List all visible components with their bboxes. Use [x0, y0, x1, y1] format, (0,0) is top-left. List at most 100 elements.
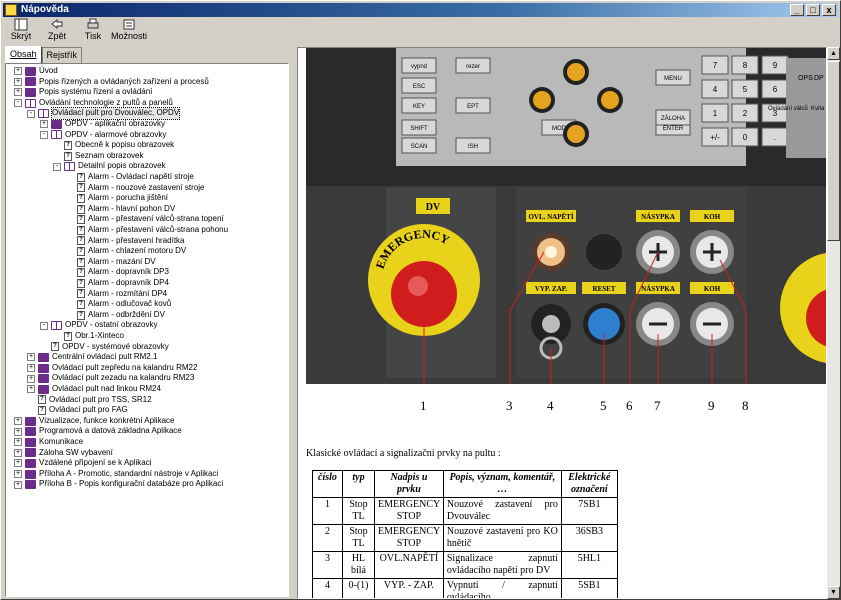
- minimize-button[interactable]: _: [790, 4, 804, 16]
- tree-item[interactable]: + Příloha B - Popis konfigurační databáze…: [14, 479, 223, 490]
- collapse-icon[interactable]: -: [40, 321, 48, 330]
- tree-item[interactable]: + Ovládací pult nad linkou RM24: [27, 384, 161, 395]
- plate-ovl-napeti: OVL. NAPĚTÍ: [528, 213, 573, 221]
- callout-6: 6: [626, 398, 633, 413]
- tree-item[interactable]: ? Alarm - přestavení válců-strana pohonu: [66, 225, 228, 236]
- expand-icon[interactable]: +: [27, 374, 35, 383]
- tree-item[interactable]: + Ovládací pult zepředu na kalandru RM22: [27, 363, 197, 374]
- expand-icon[interactable]: +: [27, 385, 35, 394]
- keypad-key-label: ISH: [468, 144, 478, 150]
- tree-item-label: Alarm - odbrždění DV: [88, 309, 165, 319]
- expand-icon[interactable]: +: [14, 459, 22, 468]
- expand-icon[interactable]: +: [14, 77, 22, 86]
- print-button[interactable]: Tisk: [75, 18, 111, 44]
- collapse-icon[interactable]: -: [14, 99, 22, 108]
- cell-popis: Nouzové zastavení pro KO hnětič: [442, 524, 562, 552]
- tree-item[interactable]: - Detailní popis obrazovek: [53, 161, 166, 172]
- tree-item-label: Alarm - rozmítání DP4: [88, 288, 168, 298]
- contents-tree[interactable]: + Úvod + Popis řízených a ovládaných zaříze…: [5, 63, 289, 597]
- expand-icon[interactable]: +: [14, 427, 22, 436]
- tree-item[interactable]: + Úvod: [14, 66, 58, 77]
- tree-item[interactable]: + Příloha A - Promotic, standardní nástro…: [14, 469, 218, 480]
- cell-cislo: 2: [312, 524, 343, 552]
- tree-item[interactable]: ? Alarm - odlučovač kovů: [66, 299, 171, 310]
- tree-item[interactable]: + Komunikace: [14, 437, 83, 448]
- scroll-down-button[interactable]: ▼: [827, 586, 840, 599]
- collapse-icon[interactable]: -: [27, 109, 35, 118]
- tree-item-label: Popis řízených a ovládaných zařízení a p…: [39, 76, 209, 86]
- tab-contents[interactable]: Obsah: [5, 46, 42, 63]
- tree-item[interactable]: ? Alarm - porucha jištění: [66, 193, 168, 204]
- tree-item[interactable]: + Popis systému řízení a ovládání: [14, 87, 152, 98]
- back-button[interactable]: Zpět: [39, 18, 75, 44]
- tree-item[interactable]: ? OPDV - systémové obrazovky: [40, 342, 169, 353]
- close-button[interactable]: x: [822, 4, 836, 16]
- tree-item[interactable]: ? Alarm - nouzové zastavení stroje: [66, 183, 205, 194]
- content-scrollbar[interactable]: ▲ ▼: [827, 47, 840, 599]
- cell-elektricke: 36SB3: [560, 524, 618, 552]
- book-icon: [25, 437, 36, 447]
- tree-item[interactable]: ? Alarm - mazání DV: [66, 257, 156, 268]
- expand-icon[interactable]: +: [27, 364, 35, 373]
- tree-item[interactable]: ? Alarm - Ovládací napětí stroje: [66, 172, 194, 183]
- tree-item[interactable]: ? Seznam obrazovek: [53, 151, 143, 162]
- tree-item-label: Vzdálené připojení se k Aplikaci: [39, 458, 152, 468]
- tree-item[interactable]: ? Alarm - přestavení hradítka: [66, 236, 184, 247]
- tree-item-label: Alarm - mazání DV: [88, 256, 156, 266]
- cell-elektricke: 5SB1: [560, 578, 618, 598]
- expand-icon[interactable]: +: [14, 470, 22, 479]
- cell-nadpis: EMERGENCY STOP: [374, 524, 444, 552]
- tree-item[interactable]: ? Alarm - dopravník DP4: [66, 278, 169, 289]
- tree-item[interactable]: ? Alarm - odbrždění DV: [66, 310, 165, 321]
- numpad-key-label: 1: [713, 109, 718, 118]
- expand-icon[interactable]: +: [14, 417, 22, 426]
- tree-item[interactable]: + Centrální ovládací pult RM2.1: [27, 352, 157, 363]
- tree-item[interactable]: - Ovládání technologie z pultů a panelů: [14, 98, 173, 109]
- maximize-button[interactable]: □: [806, 4, 820, 16]
- tree-item[interactable]: + Záloha SW vybavení: [14, 448, 113, 459]
- tree-item[interactable]: ? Obr.1-Xinteco: [53, 331, 124, 342]
- navigation-pane: Obsah Rejstřík + Úvod + Popis řízených a ov…: [3, 46, 291, 599]
- expand-icon[interactable]: +: [14, 480, 22, 489]
- tree-item[interactable]: ? Alarm - přestavení válců-strana topení: [66, 214, 224, 225]
- tree-item[interactable]: - Ovládací pult pro Dvouválec, OPDV: [27, 107, 181, 120]
- expand-icon[interactable]: +: [14, 88, 22, 97]
- tree-item[interactable]: ? Alarm - hlavní pohon DV: [66, 204, 175, 215]
- tree-item[interactable]: + Vzdálené připojení se k Aplikaci: [14, 458, 152, 469]
- collapse-icon[interactable]: -: [40, 130, 48, 139]
- help-page-icon: ?: [77, 268, 85, 278]
- book-icon: [25, 427, 36, 437]
- tree-item[interactable]: ? Ovládací pult pro FAG: [27, 405, 128, 416]
- scroll-thumb[interactable]: [827, 61, 840, 241]
- tree-item-label: Popis systému řízení a ovládání: [39, 87, 153, 97]
- expand-icon[interactable]: +: [14, 438, 22, 447]
- scroll-up-button[interactable]: ▲: [827, 47, 840, 60]
- tree-item[interactable]: + Programová a datová základna Aplikace: [14, 426, 182, 437]
- expand-icon[interactable]: +: [14, 448, 22, 457]
- tree-item[interactable]: - OPDV - ostatní obrazovky: [40, 320, 157, 331]
- topic-content: vypnd rezer ESC MENU MOD SHIFT ENTER ZÁLOHA KEY E…: [297, 47, 827, 599]
- tree-item[interactable]: ? Ovládací pult pro TSS, SR12: [27, 395, 152, 406]
- expand-icon[interactable]: +: [40, 120, 48, 129]
- tree-item[interactable]: ? Alarm - rozmítání DP4: [66, 289, 167, 300]
- tree-item-label: Příloha A - Promotic, standardní nástroj…: [39, 468, 219, 478]
- numpad-key-label: 5: [743, 85, 748, 94]
- tree-item[interactable]: ? Alarm - chlazení motoru DV: [66, 246, 186, 257]
- tree-item[interactable]: ? Alarm - dopravník DP3: [66, 267, 169, 278]
- tab-index[interactable]: Rejstřík: [41, 47, 83, 63]
- plate-koh-bottom: KOH: [704, 285, 721, 293]
- tree-item[interactable]: + OPDV - aplikační obrazovky: [40, 119, 165, 130]
- hide-button[interactable]: Skrýt: [3, 18, 39, 44]
- keypad-key-label: rezer: [466, 64, 480, 70]
- expand-icon[interactable]: +: [27, 353, 35, 362]
- tree-item[interactable]: ? Obecně k popisu obrazovek: [53, 140, 174, 151]
- tree-item[interactable]: - OPDV - alarmové obrazovky: [40, 130, 166, 141]
- book-icon: [25, 469, 36, 479]
- tree-item[interactable]: + Vizualizace, funkce konkrétní Aplikace: [14, 416, 174, 427]
- tree-item[interactable]: + Popis řízených a ovládaných zařízení a …: [14, 77, 209, 88]
- collapse-icon[interactable]: -: [53, 162, 61, 171]
- options-button[interactable]: Možnosti: [111, 18, 147, 44]
- tree-item[interactable]: + Ovládací pult zezadu na kalandru RM23: [27, 373, 194, 384]
- table-row: 4 0-(1) VYP. - ZAP. Vypnutí / zapnutí ovlád…: [312, 578, 618, 598]
- expand-icon[interactable]: +: [14, 67, 22, 76]
